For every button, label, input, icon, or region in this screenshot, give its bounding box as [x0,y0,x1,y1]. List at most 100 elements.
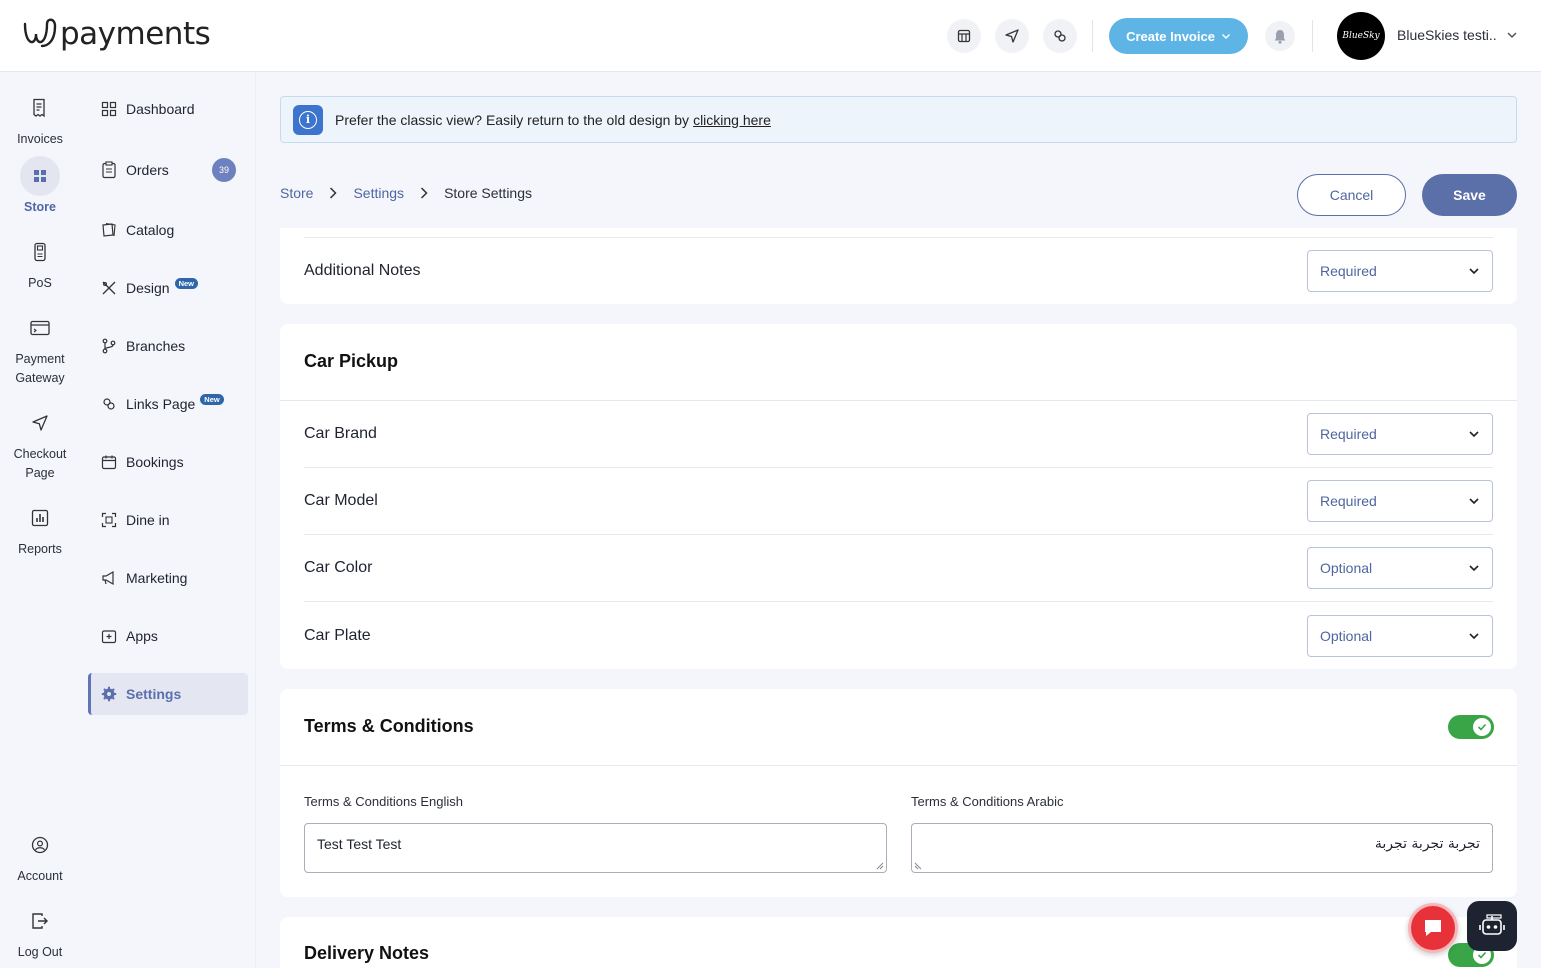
check-icon [1473,718,1491,736]
rail-label: Store [24,200,56,214]
rail-item-store[interactable]: Store [0,156,80,217]
menu-label: Settings [126,686,182,702]
apps-icon [100,627,118,645]
menu-item-links-page[interactable]: Links Page New [88,383,248,425]
catalog-icon [100,221,118,239]
select-value: Optional [1320,560,1373,576]
user-name[interactable]: BlueSkies testi... [1397,27,1497,43]
brand-logo[interactable]: payments [22,16,211,52]
avatar[interactable]: BlueSky [1337,12,1385,60]
breadcrumb: Store Settings Store Settings [280,185,532,201]
store-icon [20,156,60,196]
links-shortcut-icon[interactable] [1043,19,1077,53]
chat-bubble-icon [1425,920,1441,936]
field-row-car-color: Car Color Optional [304,535,1493,602]
field-label: Car Color [304,559,373,576]
classic-view-banner: i Prefer the classic view? Easily return… [280,96,1517,143]
chevron-down-icon [1469,498,1479,505]
menu-item-catalog[interactable]: Catalog [88,209,248,251]
store-shortcut-icon[interactable] [947,19,981,53]
menu-item-apps[interactable]: Apps [88,615,248,657]
support-bot-button[interactable] [1467,901,1517,951]
banner-text: Prefer the classic view? Easily return t… [335,111,690,128]
requirement-select[interactable]: Required [1307,413,1493,455]
orders-count-badge: 39 [212,158,236,182]
cancel-button[interactable]: Cancel [1297,174,1406,216]
requirement-select[interactable]: Optional [1307,614,1493,657]
calendar-icon [100,453,118,471]
requirement-select[interactable]: Required [1307,480,1493,522]
terms-toggle[interactable] [1448,715,1494,739]
field-row-car-model: Car Model Required [304,468,1493,535]
send-shortcut-icon[interactable] [995,19,1029,53]
menu-item-settings[interactable]: Settings [88,673,248,715]
menu-label: Branches [126,338,186,354]
field-row-car-brand: Car Brand Required [304,401,1493,468]
chevron-right-icon [420,187,428,199]
rail-label: Reports [18,542,62,556]
field-label: Car Brand [304,425,377,442]
menu-label: Marketing [126,570,188,586]
create-invoice-button[interactable]: Create Invoice [1109,18,1248,54]
terms-arabic-textarea[interactable]: تجربة تجربة تجربة [911,823,1493,873]
rail-item-reports[interactable]: Reports [0,498,80,559]
requirement-select[interactable]: Required [1307,249,1493,292]
gateway-icon [20,308,60,348]
rail-item-logout[interactable]: Log Out [0,901,80,962]
breadcrumb-settings[interactable]: Settings [353,185,404,201]
chevron-down-icon [1469,565,1479,572]
rail-item-checkout-page[interactable]: Checkout Page [0,403,80,483]
send-icon [20,403,60,443]
rail-label: Account [17,869,63,883]
classic-view-link[interactable]: clicking here [693,112,771,128]
menu-item-orders[interactable]: Orders 39 [88,149,248,191]
rail-label: Checkout Page [13,447,67,480]
save-button[interactable]: Save [1422,174,1517,216]
topbar-divider [1092,20,1093,52]
menu-item-bookings[interactable]: Bookings [88,441,248,483]
terms-english-label: Terms & Conditions English [304,794,463,809]
breadcrumb-store[interactable]: Store [280,185,313,201]
delivery-notes-card: Delivery Notes [280,917,1517,968]
menu-label: Orders [126,162,169,178]
rail-item-payment-gateway[interactable]: Payment Gateway [0,308,80,388]
rail-label: Payment Gateway [15,352,65,385]
menu-item-branches[interactable]: Branches [88,325,248,367]
select-value: Required [1320,262,1377,279]
menu-label: Dine in [126,512,170,528]
requirement-select[interactable]: Optional [1307,547,1493,589]
field-row-additional-notes: Additional Notes Required [304,237,1493,304]
menu-item-marketing[interactable]: Marketing [88,557,248,599]
chevron-right-icon [329,187,338,199]
chat-bubble-button[interactable] [1408,903,1458,953]
logout-icon [20,901,60,941]
resize-grip-icon[interactable] [914,862,922,870]
terms-english-textarea[interactable]: Test Test Test [304,823,887,873]
rail-item-pos[interactable]: PoS [0,232,80,293]
terms-card: Terms & Conditions Terms & Conditions En… [280,689,1517,897]
robot-icon [1479,914,1505,935]
resize-grip-icon[interactable] [876,862,884,870]
textarea-value: تجربة تجربة تجربة [1374,836,1480,852]
rail-item-account[interactable]: Account [0,825,80,886]
breadcrumb-current: Store Settings [444,185,532,201]
chevron-down-icon [1469,632,1479,639]
reports-icon [20,498,60,538]
menu-item-dashboard[interactable]: Dashboard [88,88,248,130]
design-icon [100,279,118,297]
chevron-down-icon[interactable] [1506,29,1518,41]
topbar-divider [1312,20,1313,52]
create-invoice-label: Create Invoice [1126,28,1215,44]
select-value: Optional [1320,627,1373,644]
menu-item-design[interactable]: Design New [88,267,248,309]
textarea-value: Test Test Test [317,836,402,852]
menu-item-dine-in[interactable]: Dine in [88,499,248,541]
notifications-bell-icon[interactable] [1265,21,1295,51]
menu-label: Bookings [126,454,184,470]
invoice-icon [20,88,60,128]
chevron-down-icon [1469,431,1479,438]
rail-item-invoices[interactable]: Invoices [0,88,80,149]
branches-icon [100,337,118,355]
menu-label: Apps [126,628,158,644]
gear-icon [100,685,118,703]
